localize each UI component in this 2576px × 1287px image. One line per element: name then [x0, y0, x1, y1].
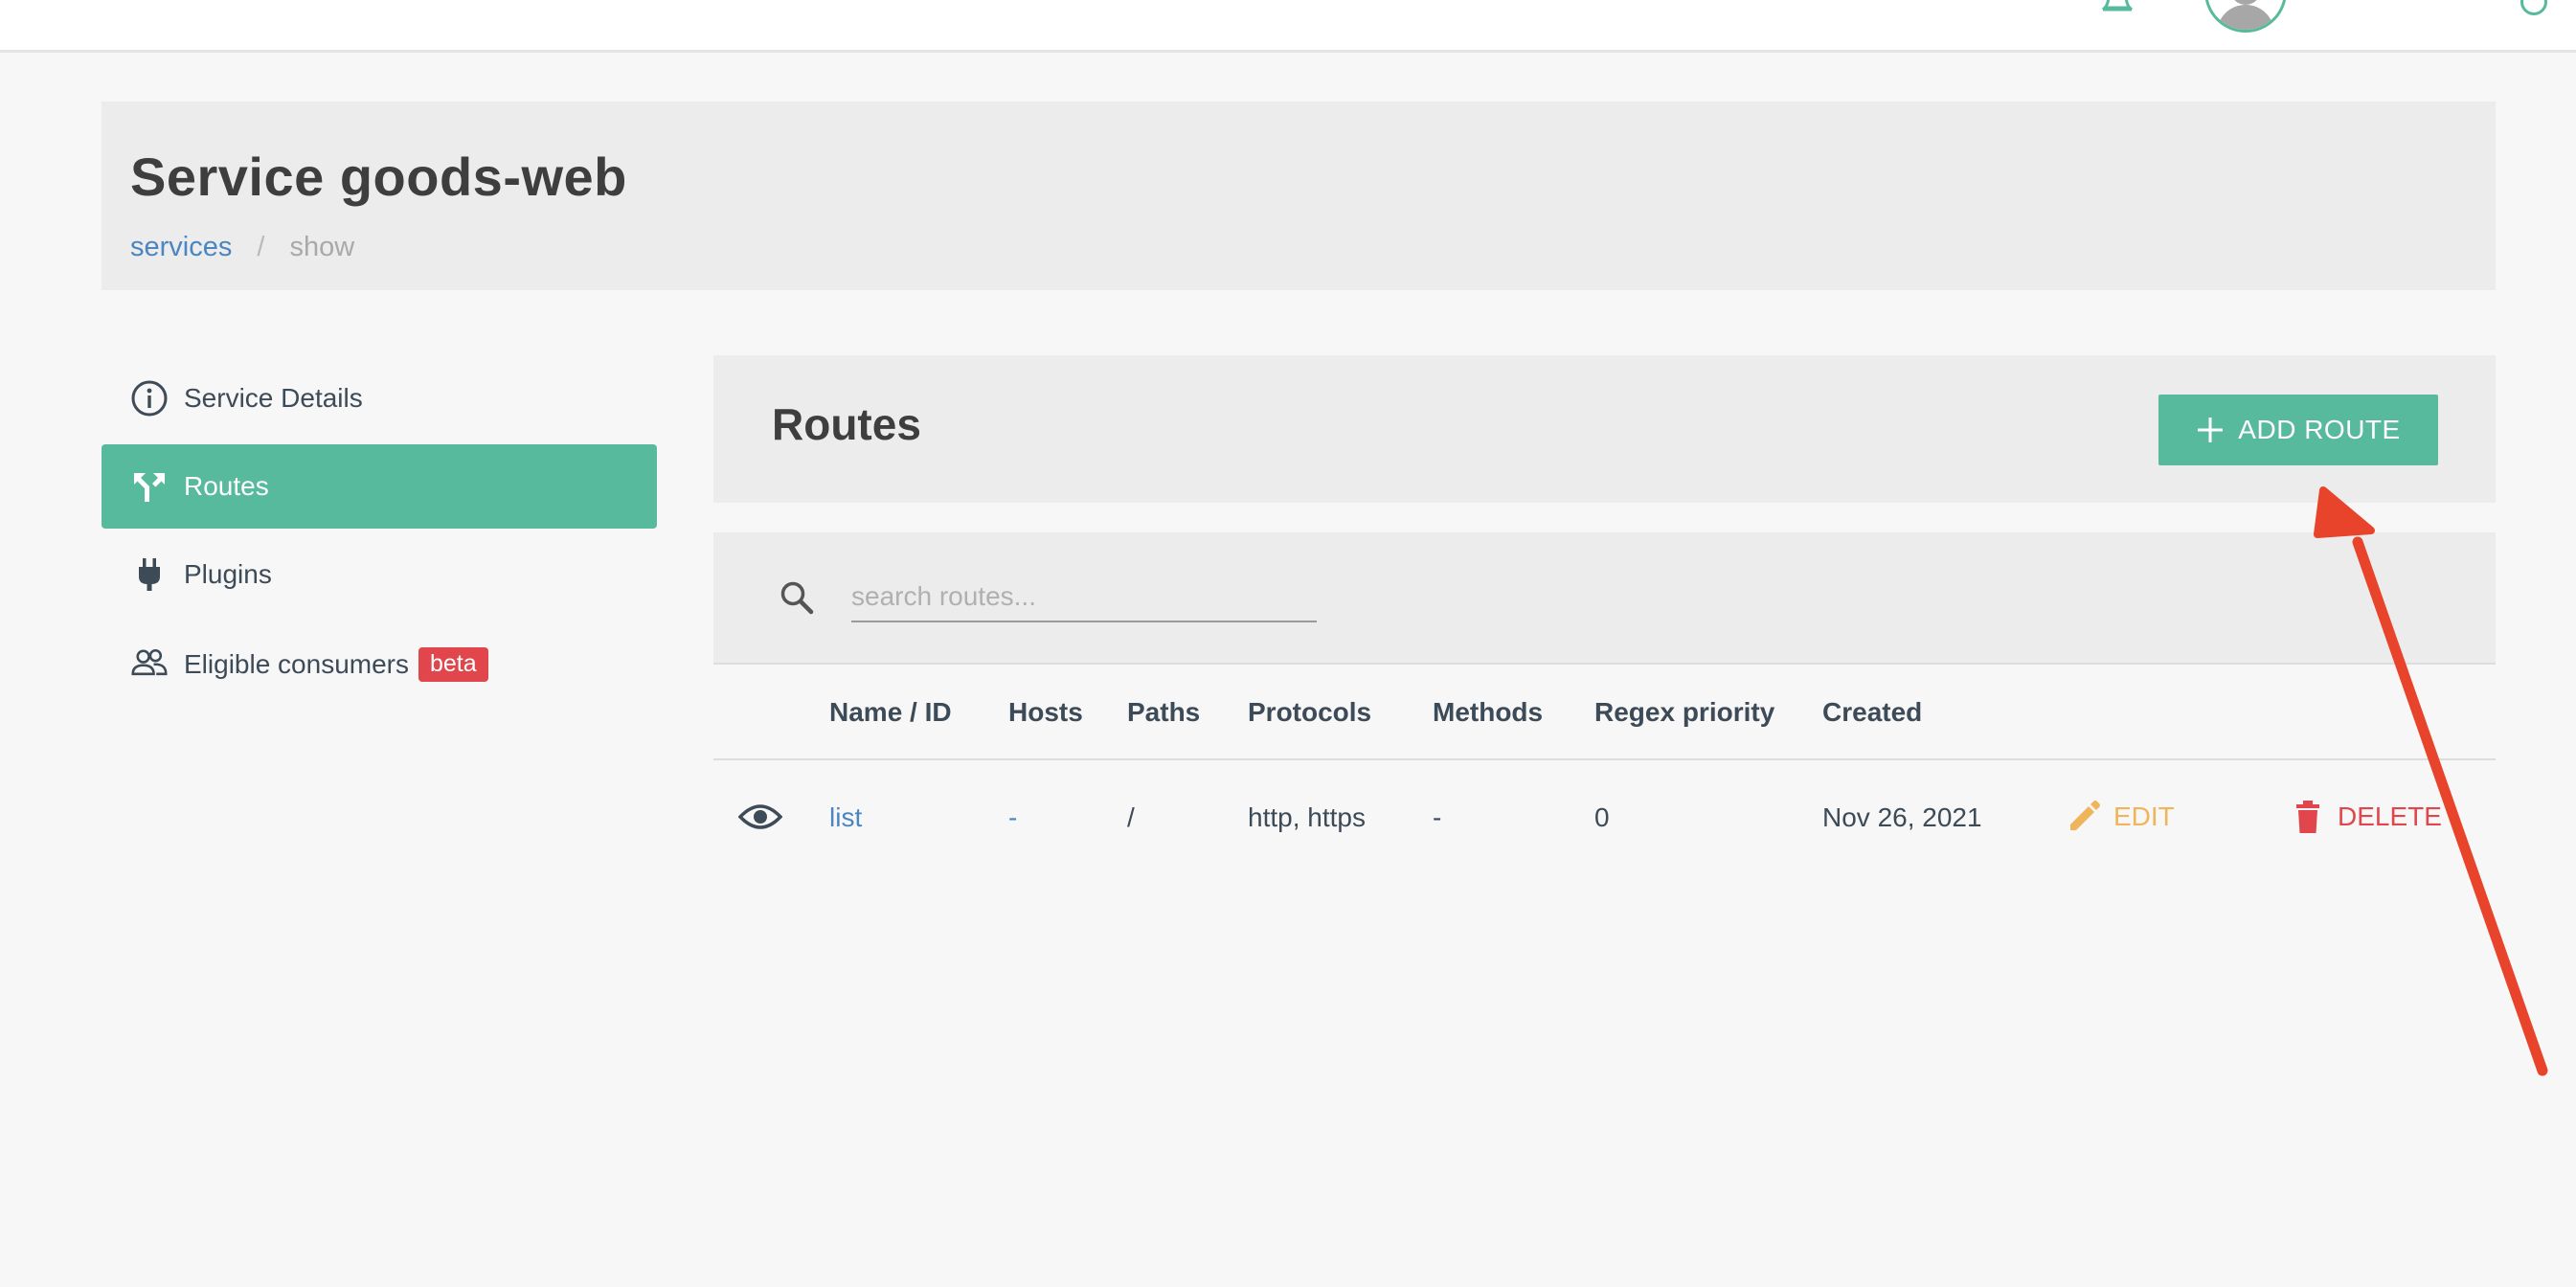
table-row: list - / http, https - 0 Nov 26, 2021 ED… [713, 760, 2496, 877]
view-eye-icon[interactable] [738, 801, 782, 833]
account-menu-icon[interactable] [2520, 0, 2547, 15]
delete-route-button[interactable]: DELETE [2290, 799, 2442, 835]
routes-header: Routes ADD ROUTE [713, 355, 2496, 503]
service-sidebar: Service Details Routes Plugins Eligible … [102, 356, 657, 709]
route-protocols: http, https [1248, 802, 1366, 832]
page-header: Service goods-web services / show [102, 102, 2496, 290]
column-header-created[interactable]: Created [1822, 697, 1922, 728]
route-methods: - [1433, 802, 1442, 832]
sidebar-item-label: Service Details [184, 383, 363, 413]
sidebar-item-label: Routes [184, 471, 269, 501]
delete-label: DELETE [2338, 802, 2442, 831]
edit-label: EDIT [2113, 802, 2175, 831]
sidebar-item-text: Eligible consumers [184, 649, 409, 679]
sidebar-item-eligible-consumers[interactable]: Eligible consumers beta [102, 621, 657, 705]
add-route-label: ADD ROUTE [2238, 415, 2401, 444]
breadcrumb: services / show [130, 232, 354, 263]
pencil-icon [2070, 801, 2100, 830]
info-icon [131, 380, 168, 417]
routes-title: Routes [772, 399, 921, 449]
route-fork-icon [134, 473, 165, 502]
search-icon [780, 581, 814, 615]
sidebar-item-plugins[interactable]: Plugins [102, 532, 657, 617]
column-header-regex-priority[interactable]: Regex priority [1594, 697, 1774, 728]
route-hosts: - [1008, 802, 1018, 832]
plus-icon [2198, 418, 2224, 442]
plug-icon [139, 558, 160, 591]
sidebar-item-label: Eligible consumers beta [184, 647, 488, 682]
edit-route-button[interactable]: EDIT [2066, 799, 2175, 835]
column-header-name[interactable]: Name / ID [829, 697, 952, 728]
breadcrumb-separator: / [257, 232, 265, 262]
routes-search-bar [713, 532, 2496, 665]
breadcrumb-services-link[interactable]: services [130, 232, 232, 262]
column-header-hosts[interactable]: Hosts [1008, 697, 1083, 728]
sidebar-item-service-details[interactable]: Service Details [102, 356, 657, 440]
beta-badge: beta [418, 647, 488, 682]
users-icon [131, 649, 168, 676]
column-header-protocols[interactable]: Protocols [1248, 697, 1371, 728]
route-name-link[interactable]: list [829, 802, 862, 833]
route-created: Nov 26, 2021 [1822, 802, 1982, 832]
sidebar-item-routes[interactable]: Routes [102, 444, 657, 529]
routes-table-header: Name / ID Hosts Paths Protocols Methods … [713, 665, 2496, 760]
top-bar [0, 0, 2576, 53]
column-header-paths[interactable]: Paths [1127, 697, 1200, 728]
route-paths: / [1127, 802, 1135, 832]
search-routes-input[interactable] [851, 573, 1317, 622]
notification-bell-icon[interactable] [2099, 0, 2135, 15]
user-avatar[interactable] [2204, 0, 2287, 33]
route-regex-priority: 0 [1594, 802, 1610, 832]
trash-icon [2296, 801, 2319, 833]
breadcrumb-current: show [289, 232, 355, 262]
column-header-methods[interactable]: Methods [1433, 697, 1543, 728]
sidebar-item-label: Plugins [184, 559, 272, 589]
page-title: Service goods-web [130, 147, 627, 207]
add-route-button[interactable]: ADD ROUTE [2158, 395, 2438, 465]
